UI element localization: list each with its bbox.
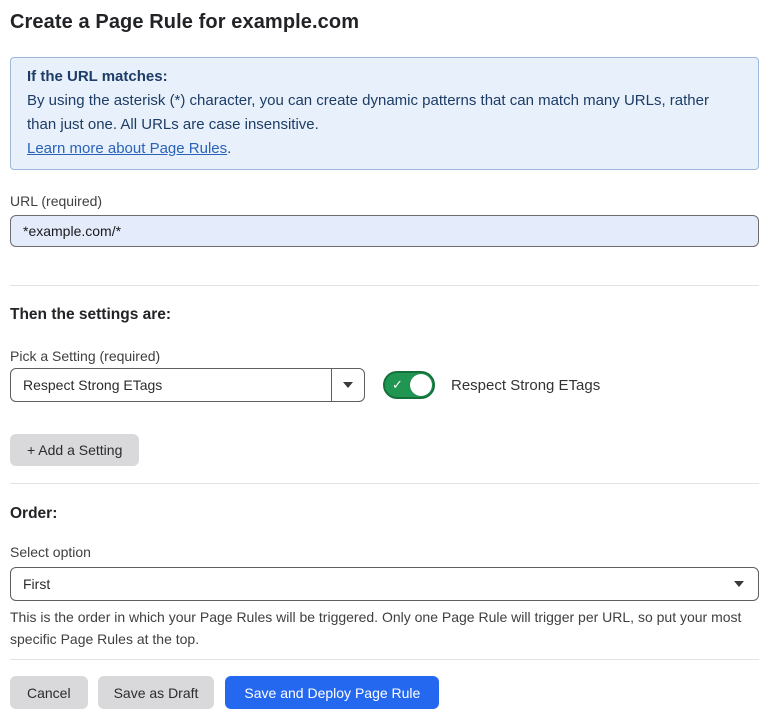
toggle-label: Respect Strong ETags — [451, 377, 600, 394]
create-page-rule-form: Create a Page Rule for example.com If th… — [0, 9, 769, 709]
check-icon: ✓ — [392, 378, 403, 391]
info-box-body: By using the asterisk (*) character, you… — [27, 89, 742, 137]
url-field-label: URL (required) — [10, 193, 759, 209]
toggle-knob — [410, 374, 432, 396]
link-suffix: . — [227, 140, 231, 157]
url-match-info-box: If the URL matches: By using the asteris… — [10, 57, 759, 170]
chevron-down-icon — [343, 382, 353, 388]
order-select-value: First — [11, 576, 734, 592]
info-box-heading: If the URL matches: — [27, 65, 742, 89]
setting-select[interactable]: Respect Strong ETags — [10, 368, 365, 402]
section-divider — [10, 483, 759, 484]
order-section-heading: Order: — [10, 505, 759, 523]
chevron-down-icon — [734, 581, 744, 587]
footer-divider — [10, 659, 759, 660]
order-select[interactable]: First — [10, 567, 759, 601]
save-and-deploy-button[interactable]: Save and Deploy Page Rule — [225, 676, 439, 709]
url-input[interactable] — [10, 215, 759, 247]
setting-select-arrow-button[interactable] — [331, 369, 364, 401]
pick-setting-label: Pick a Setting (required) — [10, 348, 759, 364]
setting-row: Respect Strong ETags ✓ Respect Strong ET… — [10, 368, 759, 402]
info-box-link-line: Learn more about Page Rules. — [27, 137, 742, 161]
cancel-button[interactable]: Cancel — [10, 676, 88, 709]
setting-select-value: Respect Strong ETags — [11, 377, 331, 393]
settings-section-heading: Then the settings are: — [10, 306, 759, 324]
footer-actions: Cancel Save as Draft Save and Deploy Pag… — [10, 676, 759, 709]
respect-strong-etags-toggle[interactable]: ✓ — [383, 371, 435, 399]
order-select-arrow — [734, 581, 758, 587]
page-title: Create a Page Rule for example.com — [10, 9, 759, 36]
add-setting-button[interactable]: + Add a Setting — [10, 434, 139, 466]
save-as-draft-button[interactable]: Save as Draft — [98, 676, 215, 709]
order-help-text: This is the order in which your Page Rul… — [10, 606, 759, 650]
order-select-label: Select option — [10, 544, 759, 560]
section-divider — [10, 285, 759, 286]
learn-more-link[interactable]: Learn more about Page Rules — [27, 140, 227, 157]
